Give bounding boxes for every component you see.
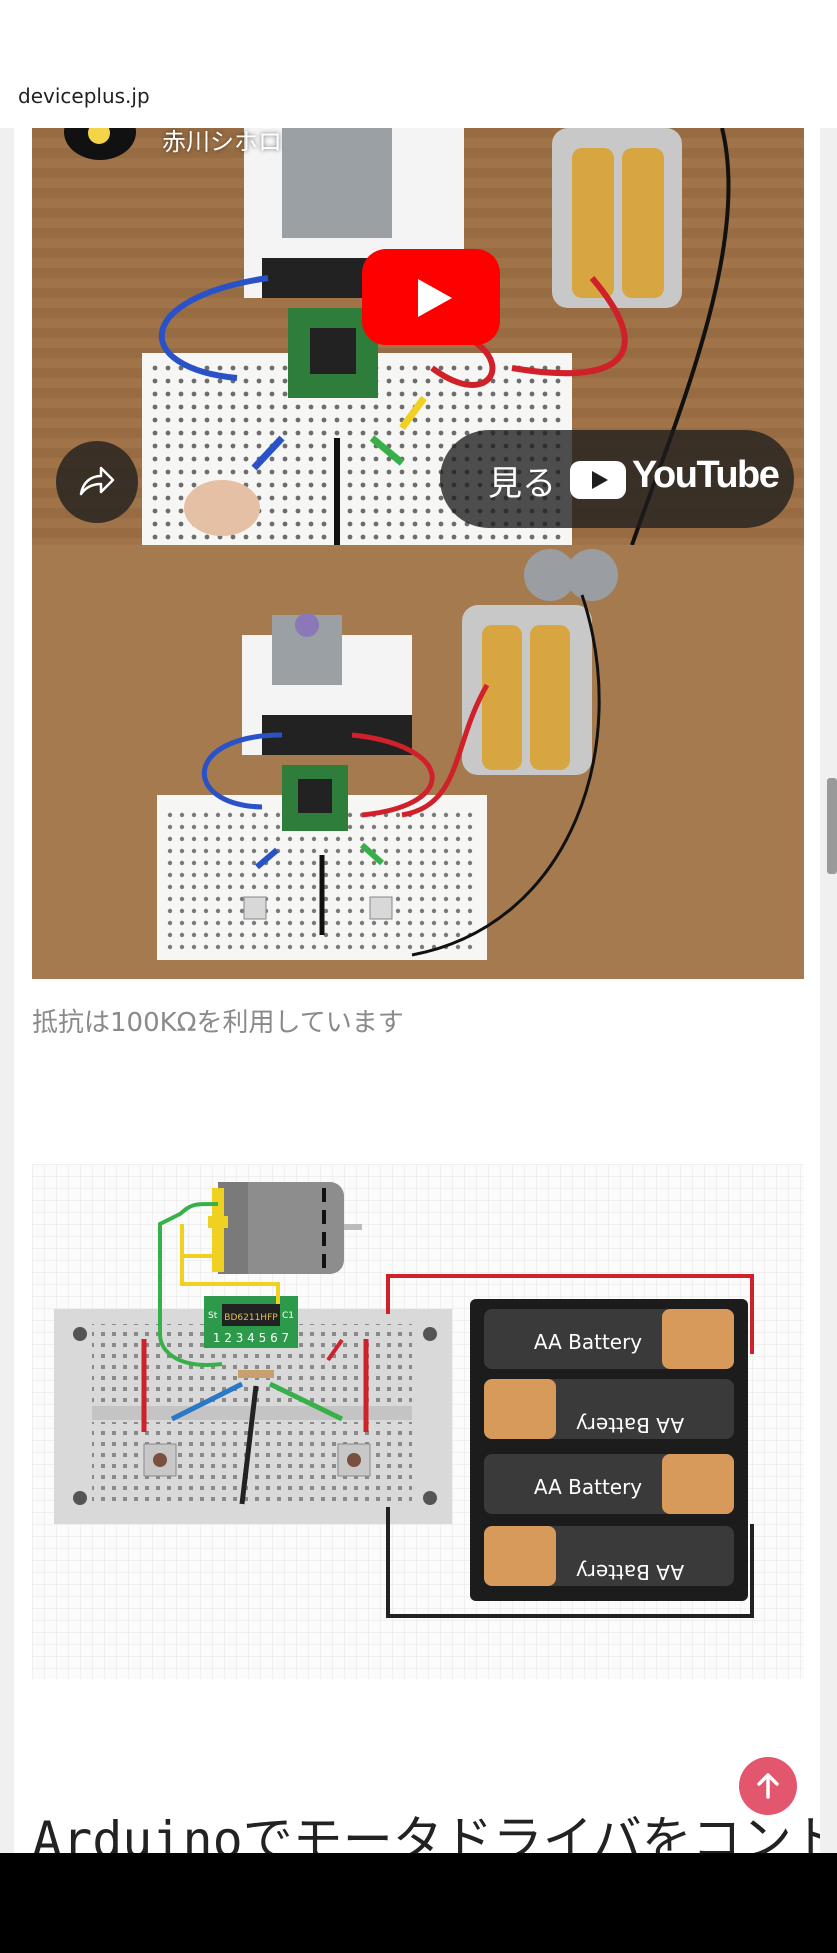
battery-1: AA Battery <box>484 1309 734 1369</box>
image-caption: 抵抗は100KΩを利用しています <box>32 1008 404 1038</box>
youtube-embed[interactable]: 赤川シホロ 見る YouTube <box>32 128 804 545</box>
ic-label: BD6211HFP <box>224 1313 278 1323</box>
circuit-photo-image <box>32 545 804 979</box>
arrow-up-icon <box>757 1773 779 1799</box>
ic-pins: 1 2 3 4 5 6 7 <box>213 1331 289 1345</box>
system-navigation-bar <box>0 1853 837 1953</box>
article-content: 赤川シホロ 見る YouTube 抵抗は100KΩを利用しています BD6211… <box>14 128 820 1853</box>
battery-3: AA Battery <box>484 1454 734 1514</box>
breadboard-schematic: BD6211HFP St C1 1 2 3 4 5 6 7 AA Battery… <box>32 1164 804 1679</box>
battery-2: AA Battery <box>484 1379 734 1439</box>
share-arrow-icon <box>79 466 115 496</box>
channel-name[interactable]: 赤川シホロ <box>162 128 282 157</box>
url-text[interactable]: deviceplus.jp <box>18 84 150 108</box>
scrollbar-thumb[interactable] <box>827 778 837 874</box>
battery-2-label: AA Battery <box>576 1413 684 1437</box>
watch-on-youtube-button[interactable]: 見る YouTube <box>440 430 794 528</box>
battery-3-label: AA Battery <box>534 1475 642 1499</box>
circuit-diagram: BD6211HFP St C1 1 2 3 4 5 6 7 AA Battery… <box>32 1164 804 1679</box>
ic-mark-st: St <box>208 1311 218 1321</box>
battery-4: AA Battery <box>484 1526 734 1586</box>
play-button[interactable] <box>362 249 500 345</box>
youtube-logo-icon <box>570 461 626 499</box>
battery-1-label: AA Battery <box>534 1330 642 1354</box>
browser-url-bar[interactable]: deviceplus.jp <box>0 0 837 128</box>
watch-on-label: 見る <box>488 464 556 504</box>
youtube-wordmark: YouTube <box>632 454 780 496</box>
battery-4-label: AA Battery <box>576 1560 684 1584</box>
section-heading: Arduinoでモータドライバをコント <box>32 1811 820 1853</box>
share-button[interactable] <box>56 441 138 523</box>
back-to-top-button[interactable] <box>739 1757 797 1815</box>
circuit-photo <box>32 545 804 979</box>
ic-mark-c1: C1 <box>282 1311 294 1321</box>
